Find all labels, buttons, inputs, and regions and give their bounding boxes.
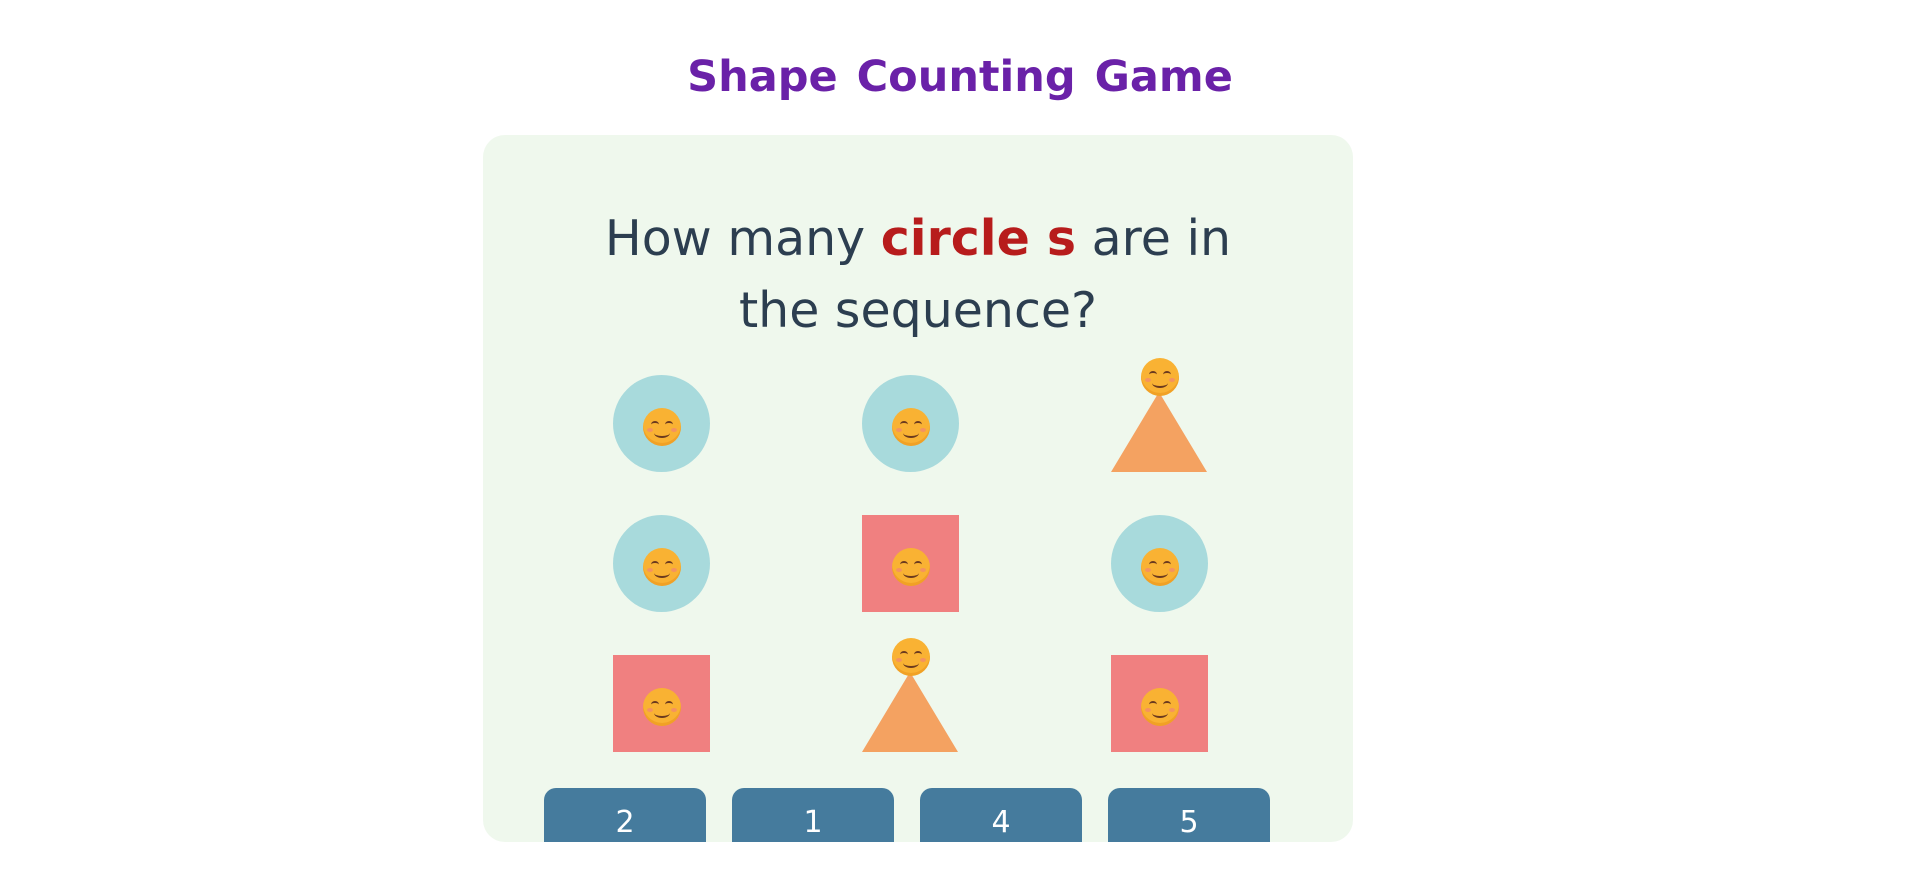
smiling-face-icon bbox=[891, 547, 930, 586]
smiling-face-icon bbox=[642, 687, 681, 726]
smiling-face-icon bbox=[1140, 687, 1179, 726]
question-text: How many circle s are in the sequence? bbox=[573, 203, 1263, 347]
smiling-face-icon bbox=[891, 638, 930, 676]
shape-triangle-3 bbox=[1111, 358, 1208, 472]
game-title: Shape Counting Game bbox=[687, 52, 1233, 102]
question-prefix: How many bbox=[604, 210, 866, 267]
shape-square-7 bbox=[613, 655, 710, 752]
triangle-shape bbox=[862, 672, 958, 752]
answer-button-3[interactable]: 4 bbox=[920, 788, 1082, 842]
question-target-shape: circle s bbox=[880, 210, 1077, 267]
shape-square-5 bbox=[862, 515, 959, 612]
shape-circle-2 bbox=[862, 375, 959, 472]
smiling-face-icon bbox=[642, 407, 681, 446]
answer-button-1[interactable]: 2 bbox=[544, 788, 706, 842]
shape-circle-6 bbox=[1111, 515, 1208, 612]
smiling-face-icon bbox=[642, 547, 681, 586]
shape-circle-4 bbox=[613, 515, 710, 612]
game-panel: How many circle s are in the sequence? 2… bbox=[483, 135, 1353, 842]
shape-square-9 bbox=[1111, 655, 1208, 752]
answer-button-2[interactable]: 1 bbox=[732, 788, 894, 842]
smiling-face-icon bbox=[1140, 547, 1179, 586]
shape-triangle-8 bbox=[862, 638, 959, 752]
triangle-shape bbox=[1111, 392, 1207, 472]
shape-circle-1 bbox=[613, 375, 710, 472]
smiling-face-icon bbox=[891, 407, 930, 446]
smiling-face-icon bbox=[1140, 358, 1179, 396]
answer-button-4[interactable]: 5 bbox=[1108, 788, 1270, 842]
